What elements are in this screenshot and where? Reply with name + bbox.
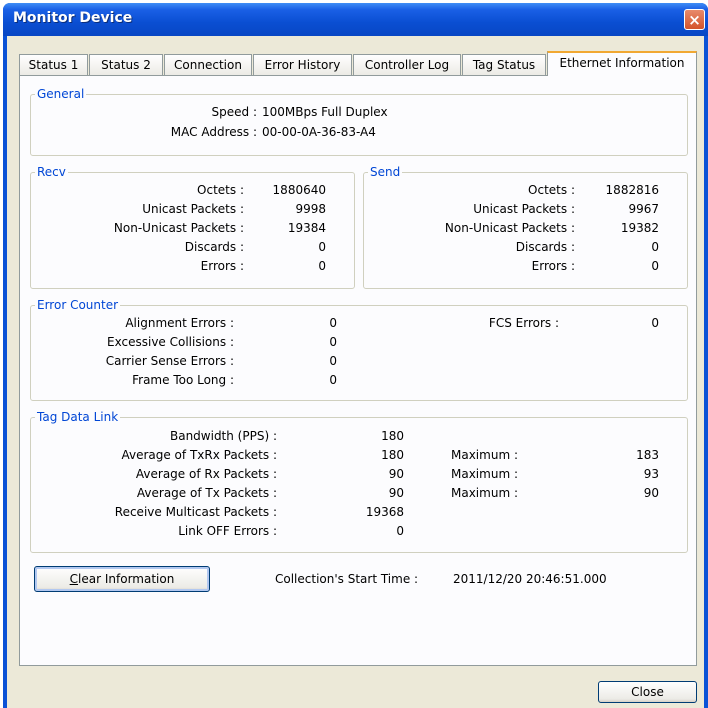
send-octets-value: 1882816 <box>605 183 659 197</box>
window-title: Monitor Device <box>13 10 133 26</box>
fcs-errors-label: FCS Errors : <box>488 316 559 330</box>
avg-tx-max-value: 90 <box>643 486 659 500</box>
avg-rx-value: 90 <box>388 467 404 481</box>
avg-txrx-max-value: 183 <box>636 448 659 462</box>
avg-tx-label: Average of Tx Packets : <box>136 486 277 500</box>
send-errors-value: 0 <box>651 259 659 273</box>
avg-txrx-max-label: Maximum : <box>451 448 518 462</box>
close-button[interactable]: Close <box>598 681 697 703</box>
excessive-collisions-value: 0 <box>329 335 337 349</box>
send-discards-value: 0 <box>651 240 659 254</box>
collection-start-time-label: Collection's Start Time : <box>275 572 419 586</box>
group-send-title: Send <box>368 165 403 179</box>
group-general-title: General <box>35 87 87 101</box>
recv-non-unicast-value: 19384 <box>287 221 326 235</box>
alignment-errors-label: Alignment Errors : <box>125 316 234 330</box>
recv-octets-label: Octets : <box>197 183 244 197</box>
tab-panel-ethernet-information: General Speed : 100MBps Full Duplex MAC … <box>19 75 697 666</box>
excessive-collisions-label: Excessive Collisions : <box>107 335 234 349</box>
alignment-errors-value: 0 <box>329 316 337 330</box>
collection-start-time-value: 2011/12/20 20:46:51.000 <box>453 572 607 586</box>
send-unicast-value: 9967 <box>628 202 659 216</box>
clear-mnemonic: C <box>69 572 79 586</box>
recv-unicast-label: Unicast Packets : <box>142 202 244 216</box>
clear-information-button[interactable]: Clear Information <box>34 566 210 592</box>
link-off-errors-value: 0 <box>396 524 404 538</box>
send-non-unicast-label: Non-Unicast Packets : <box>444 221 575 235</box>
speed-value: 100MBps Full Duplex <box>262 105 388 119</box>
frame-too-long-label: Frame Too Long : <box>132 373 234 387</box>
recv-errors-value: 0 <box>318 259 326 273</box>
avg-txrx-value: 180 <box>381 448 404 462</box>
group-general: General Speed : 100MBps Full Duplex MAC … <box>30 87 688 156</box>
speed-label: Speed : <box>211 105 257 119</box>
group-tag-data-link: Tag Data Link Bandwidth (PPS) : 180 Aver… <box>30 410 688 553</box>
recv-discards-label: Discards : <box>184 240 244 254</box>
fcs-errors-value: 0 <box>651 316 659 330</box>
tab-status-2[interactable]: Status 2 <box>89 54 163 75</box>
carrier-sense-errors-value: 0 <box>329 354 337 368</box>
frame-too-long-value: 0 <box>329 373 337 387</box>
title-bar[interactable]: Monitor Device × <box>3 3 708 36</box>
recv-non-unicast-label: Non-Unicast Packets : <box>113 221 244 235</box>
recv-errors-label: Errors : <box>200 259 244 273</box>
avg-txrx-label: Average of TxRx Packets : <box>121 448 277 462</box>
group-recv-title: Recv <box>35 165 68 179</box>
group-error-counter-title: Error Counter <box>35 298 121 312</box>
carrier-sense-errors-label: Carrier Sense Errors : <box>105 354 234 368</box>
clear-information-label: lear Information <box>78 572 175 586</box>
recv-unicast-value: 9998 <box>295 202 326 216</box>
avg-tx-value: 90 <box>388 486 404 500</box>
tab-error-history[interactable]: Error History <box>253 54 352 75</box>
send-non-unicast-value: 19382 <box>620 221 659 235</box>
bandwidth-value: 180 <box>381 429 404 443</box>
mac-address-label: MAC Address : <box>170 125 257 139</box>
group-tag-data-link-title: Tag Data Link <box>35 410 121 424</box>
mac-address-value: 00-00-0A-36-83-A4 <box>262 125 376 139</box>
avg-rx-max-value: 93 <box>643 467 659 481</box>
send-octets-label: Octets : <box>528 183 575 197</box>
avg-rx-max-label: Maximum : <box>451 467 518 481</box>
group-send: Send Octets : 1882816 Unicast Packets : … <box>363 165 688 289</box>
avg-rx-label: Average of Rx Packets : <box>135 467 277 481</box>
send-discards-label: Discards : <box>515 240 575 254</box>
close-icon[interactable]: × <box>684 9 705 30</box>
dialog-client: Status 1 Status 2 Connection Error Histo… <box>7 36 704 708</box>
monitor-device-window: Monitor Device × Status 1 Status 2 Conne… <box>3 3 708 708</box>
send-unicast-label: Unicast Packets : <box>473 202 575 216</box>
tab-controller-log[interactable]: Controller Log <box>353 54 461 75</box>
group-error-counter: Error Counter Alignment Errors : 0 Exces… <box>30 298 688 401</box>
bandwidth-label: Bandwidth (PPS) : <box>169 429 277 443</box>
recv-octets-value: 1880640 <box>272 183 326 197</box>
tab-ethernet-information[interactable]: Ethernet Information <box>547 51 697 76</box>
link-off-errors-label: Link OFF Errors : <box>178 524 277 538</box>
avg-tx-max-label: Maximum : <box>451 486 518 500</box>
receive-multicast-label: Receive Multicast Packets : <box>114 505 277 519</box>
receive-multicast-value: 19368 <box>365 505 404 519</box>
tab-status-1[interactable]: Status 1 <box>19 54 88 75</box>
recv-discards-value: 0 <box>318 240 326 254</box>
tab-tag-status[interactable]: Tag Status <box>462 54 546 75</box>
tab-connection[interactable]: Connection <box>164 54 252 75</box>
group-recv: Recv Octets : 1880640 Unicast Packets : … <box>30 165 355 289</box>
send-errors-label: Errors : <box>531 259 575 273</box>
